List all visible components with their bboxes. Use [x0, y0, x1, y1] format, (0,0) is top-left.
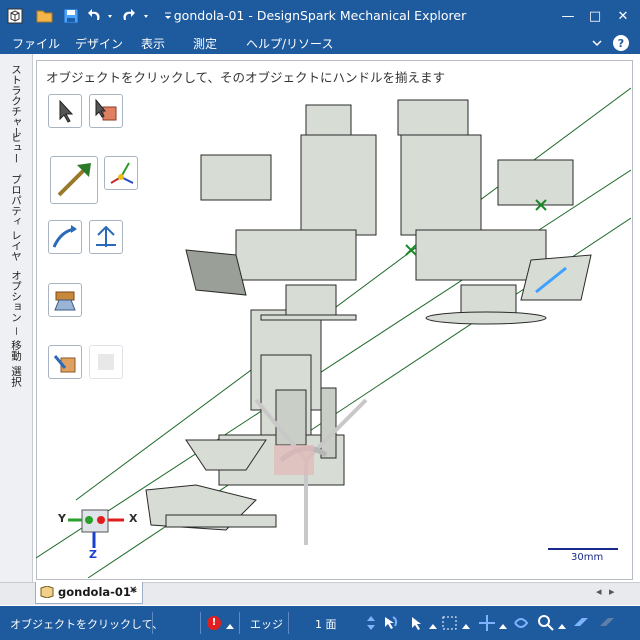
- zoom-icon[interactable]: [537, 614, 555, 635]
- caret-up-icon[interactable]: [558, 618, 566, 632]
- selection-mode[interactable]: エッジ: [250, 616, 283, 632]
- path-move-tool-button[interactable]: [48, 220, 82, 254]
- tab-scroll-right[interactable]: ▸: [609, 585, 615, 598]
- tab-structure[interactable]: ストラクチャー: [8, 64, 24, 138]
- tab-scroll-left[interactable]: ◂: [596, 585, 602, 598]
- document-tab[interactable]: gondola-01* ✕: [35, 582, 143, 604]
- help-icon[interactable]: ?: [613, 35, 629, 51]
- tab-layers[interactable]: レイヤ: [8, 230, 24, 262]
- save-icon[interactable]: [60, 6, 82, 26]
- selection-count: 1 面: [315, 618, 337, 631]
- scroll-arrows-icon[interactable]: [366, 614, 376, 635]
- status-message: オブジェクトをクリックして、: [10, 618, 164, 631]
- cancel-tool-button[interactable]: [89, 345, 123, 379]
- alert-icon[interactable]: !: [207, 616, 221, 630]
- menu-view[interactable]: 表示: [141, 35, 165, 52]
- scale-bar-label: 30mm: [571, 552, 604, 563]
- close-button[interactable]: ✕: [608, 6, 638, 26]
- next-view-icon[interactable]: [598, 614, 616, 635]
- document-tab-label: gondola-01*: [58, 585, 137, 599]
- tab-select[interactable]: 選択: [8, 366, 24, 387]
- document-icon: [40, 585, 54, 601]
- caret-up-icon[interactable]: [429, 618, 437, 632]
- side-panel-tabs: ストラクチャー ビュー プロパティ レイヤ オプション － 移動 選択: [0, 54, 33, 582]
- orbit-icon[interactable]: [512, 614, 530, 635]
- menu-bar: ファイル デザイン 表示 測定 ヘルプ/リソース ?: [0, 32, 640, 54]
- menu-measure[interactable]: 測定: [193, 35, 217, 52]
- pan-icon[interactable]: [478, 614, 496, 635]
- complete-tool-button[interactable]: [48, 345, 82, 379]
- rotate-cursor-icon[interactable]: [381, 614, 399, 635]
- menu-design[interactable]: デザイン: [75, 35, 123, 52]
- caret-up-icon[interactable]: [226, 618, 234, 632]
- box-select-icon[interactable]: [441, 614, 459, 635]
- maximize-button[interactable]: □: [580, 6, 610, 26]
- redo-icon[interactable]: [120, 6, 154, 26]
- axis-triad: [68, 509, 124, 548]
- scale-bar: [548, 548, 618, 550]
- ruler-move-tool-button[interactable]: [89, 220, 123, 254]
- anchor-tool-button[interactable]: [104, 156, 138, 190]
- open-folder-icon[interactable]: [34, 6, 56, 26]
- triad-y-label: Y: [58, 512, 66, 525]
- menu-file[interactable]: ファイル: [12, 35, 60, 52]
- select-tool-button[interactable]: [48, 94, 82, 128]
- customize-toolbar-icon[interactable]: [160, 6, 176, 26]
- tab-properties[interactable]: プロパティ: [8, 174, 24, 227]
- app-icon[interactable]: [4, 6, 26, 26]
- tab-move-options[interactable]: オプション － 移動: [8, 270, 24, 361]
- caret-up-icon[interactable]: [499, 618, 507, 632]
- undo-icon[interactable]: [86, 6, 116, 26]
- triad-x-label: X: [129, 512, 138, 525]
- select-body-tool-button[interactable]: [89, 94, 123, 128]
- status-bar: オブジェクトをクリックして、 ! エッジ 1 面: [0, 606, 640, 640]
- minimize-button[interactable]: —: [553, 6, 583, 26]
- select-cursor-icon[interactable]: [408, 614, 426, 635]
- previous-view-icon[interactable]: [572, 614, 590, 635]
- stamp-tool-button[interactable]: [48, 283, 82, 317]
- menu-help[interactable]: ヘルプ/リソース: [246, 35, 333, 52]
- chevron-down-icon[interactable]: [590, 36, 604, 50]
- caret-up-icon[interactable]: [462, 618, 470, 632]
- tab-view[interactable]: ビュー: [8, 132, 24, 164]
- title-bar: gondola-01 - DesignSpark Mechanical Expl…: [0, 0, 640, 32]
- close-icon[interactable]: ✕: [129, 585, 137, 596]
- triad-z-label: Z: [89, 548, 97, 561]
- move-arrow-tool-button[interactable]: [50, 156, 98, 204]
